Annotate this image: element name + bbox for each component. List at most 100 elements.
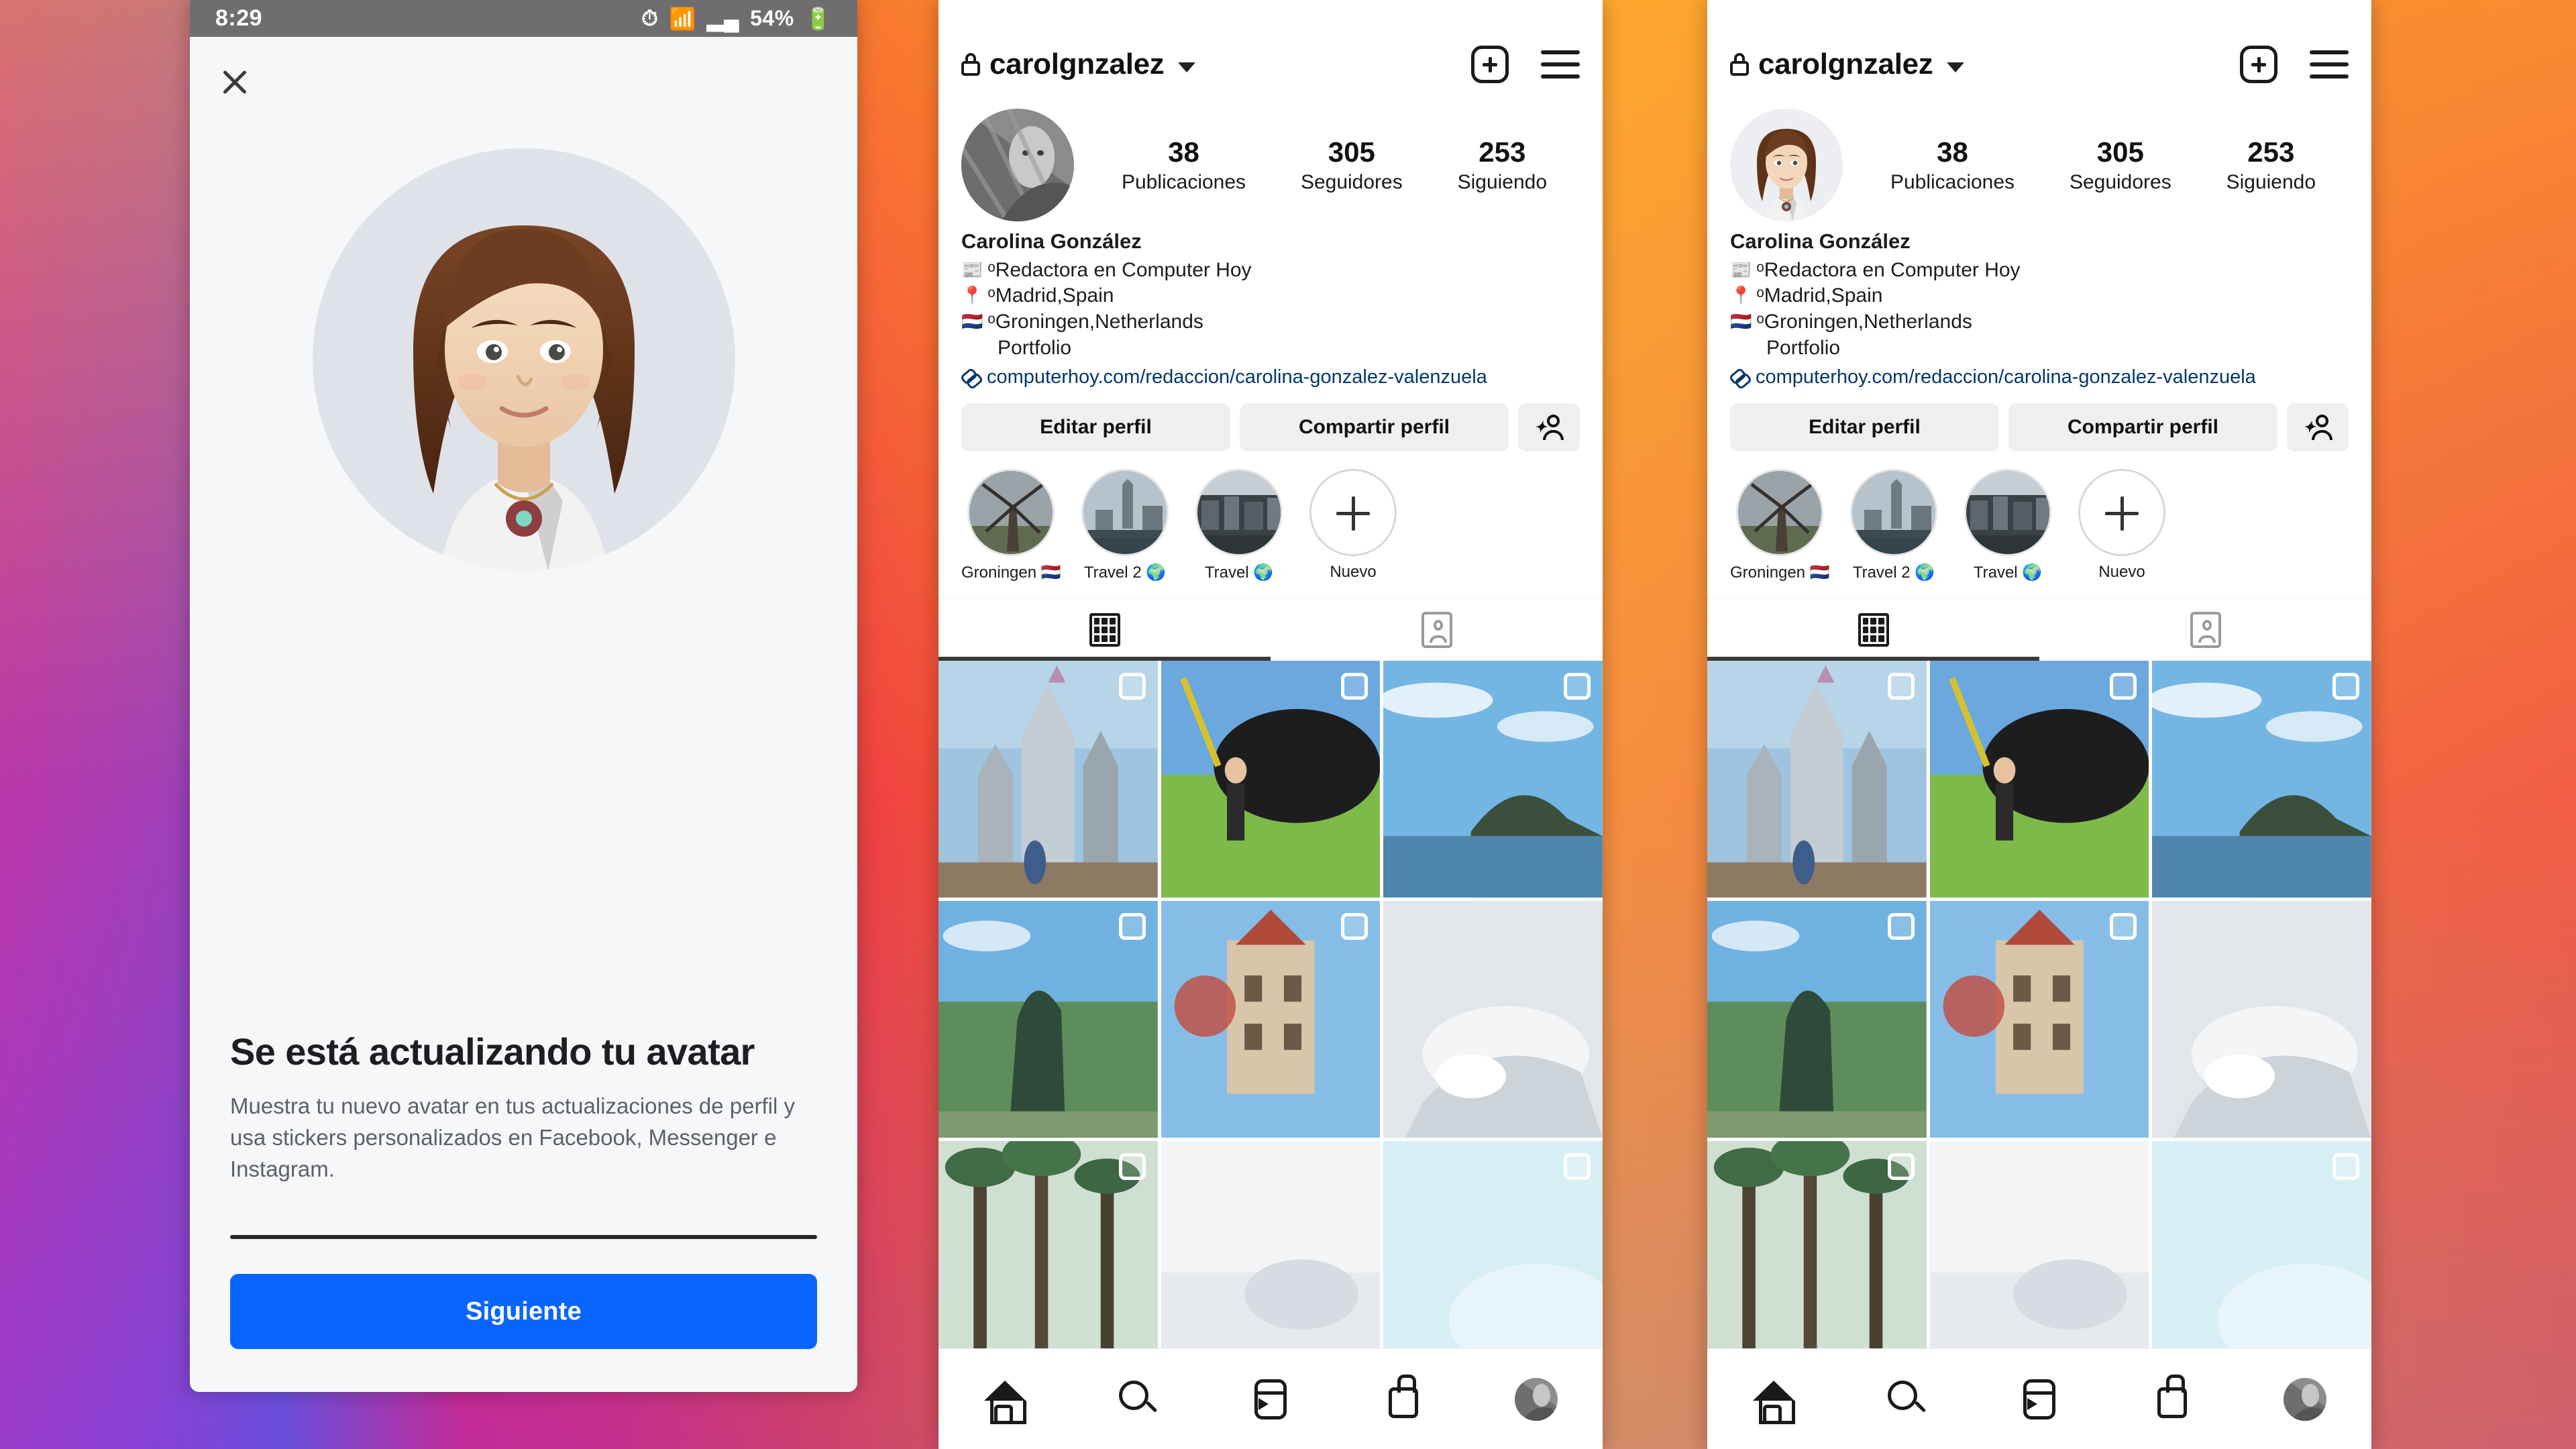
- lock-icon: [1730, 53, 1749, 76]
- grid-icon: [1089, 613, 1120, 647]
- post-cell[interactable]: [2152, 900, 2371, 1138]
- nav-search[interactable]: [1116, 1378, 1159, 1421]
- post-thumb-snow: [1161, 1140, 1381, 1378]
- post-cell[interactable]: [2152, 661, 2371, 898]
- story-highlights: Groningen 🇳🇱 Travel 2 🌍 Travel 🌍 Nuevo: [1707, 451, 2371, 582]
- shop-icon: [2157, 1374, 2187, 1418]
- profile-actions: Editar perfil Compartir perfil ✦: [938, 388, 1603, 452]
- profile-actions: Editar perfil Compartir perfil ✦: [1707, 388, 2371, 452]
- hamburger-menu-icon[interactable]: [1541, 50, 1580, 78]
- nav-home[interactable]: [1752, 1378, 1795, 1424]
- post-cell[interactable]: [1929, 1140, 2149, 1378]
- windmill-thumb: [1738, 471, 1821, 555]
- stat-following[interactable]: 253 Siguiendo: [2226, 136, 2316, 194]
- plus-square-icon[interactable]: [1471, 46, 1509, 83]
- post-cell[interactable]: [938, 661, 1158, 898]
- nav-shop[interactable]: [1382, 1374, 1425, 1421]
- posts-grid: [938, 661, 1603, 1378]
- highlight-label: Travel 2 🌍: [1852, 564, 1935, 582]
- carousel-icon: [1563, 673, 1591, 700]
- post-cell[interactable]: [1161, 661, 1381, 898]
- close-icon[interactable]: [215, 62, 254, 101]
- highlight-new[interactable]: Nuevo: [1303, 469, 1403, 582]
- username-dropdown[interactable]: carolgnzalez: [961, 48, 1195, 81]
- post-cell[interactable]: [1929, 900, 2149, 1138]
- pin-icon: 📍: [961, 285, 983, 306]
- add-person-icon: ✦: [1534, 415, 1564, 441]
- profile-stats: 38 Publicaciones 305 Seguidores 253 Sigu…: [1074, 136, 1580, 194]
- highlight-item[interactable]: Groningen 🇳🇱: [1730, 469, 1829, 582]
- tab-tagged[interactable]: [2039, 599, 2371, 661]
- edit-profile-button[interactable]: Editar perfil: [961, 403, 1230, 452]
- highlight-new[interactable]: Nuevo: [2072, 469, 2171, 582]
- highlight-label: Nuevo: [1330, 563, 1377, 582]
- post-cell[interactable]: [938, 1140, 1158, 1378]
- wifi-icon: 📶: [669, 6, 696, 31]
- bio-portfolio-text: Portfolio: [1766, 337, 1841, 360]
- post-cell[interactable]: [1383, 900, 1603, 1138]
- post-cell[interactable]: [1707, 1140, 1927, 1378]
- tab-grid[interactable]: [1707, 599, 2039, 661]
- share-profile-button[interactable]: Compartir perfil: [2008, 403, 2277, 452]
- highlight-label: Nuevo: [2098, 563, 2145, 582]
- highlight-item[interactable]: Travel 🌍: [1958, 469, 2057, 582]
- avatar[interactable]: [1730, 109, 1843, 221]
- share-profile-button[interactable]: Compartir perfil: [1240, 403, 1509, 452]
- phone-screen-profile-before: carolgnzalez 38 Publicaciones 305 Seguid…: [938, 0, 1603, 1449]
- post-cell[interactable]: [938, 900, 1158, 1138]
- username-dropdown[interactable]: carolgnzalez: [1730, 48, 1964, 81]
- plus-square-icon[interactable]: [2240, 46, 2277, 83]
- highlight-item[interactable]: Travel 🌍: [1189, 469, 1289, 582]
- tab-tagged[interactable]: [1271, 599, 1603, 661]
- post-cell[interactable]: [1383, 661, 1603, 898]
- highlight-item[interactable]: Travel 2 🌍: [1075, 469, 1175, 582]
- stat-followers[interactable]: 305 Seguidores: [2070, 136, 2171, 194]
- add-person-button[interactable]: ✦: [2287, 403, 2349, 452]
- bio-link[interactable]: computerhoy.com/redaccion/carolina-gonza…: [961, 366, 1580, 388]
- pin-icon: 📍: [1730, 285, 1752, 306]
- phone-screen-profile-after: carolgnzalez 38 Publicaciones 305 Seguid…: [1707, 0, 2371, 1449]
- bio-link-text: computerhoy.com/redaccion/carolina-gonza…: [987, 366, 1487, 388]
- highlight-label: Travel 2 🌍: [1083, 564, 1167, 582]
- stat-following[interactable]: 253 Siguiendo: [1458, 136, 1547, 194]
- highlight-thumb: [1850, 469, 1937, 557]
- city-tower-thumb: [1083, 471, 1167, 555]
- nav-profile[interactable]: [2284, 1377, 2326, 1421]
- stat-followers[interactable]: 305 Seguidores: [1301, 136, 1403, 194]
- tab-grid[interactable]: [938, 599, 1271, 661]
- edit-profile-button[interactable]: Editar perfil: [1730, 403, 1999, 452]
- stat-label: Siguiendo: [2226, 171, 2316, 194]
- next-button[interactable]: Siguiente: [230, 1274, 817, 1349]
- nav-home[interactable]: [983, 1378, 1026, 1424]
- avatar-large: [312, 148, 735, 571]
- avatar[interactable]: [961, 109, 1074, 221]
- nav-reels[interactable]: [2018, 1378, 2061, 1421]
- tagged-person-icon: [2190, 612, 2221, 649]
- post-cell[interactable]: [1383, 1140, 1603, 1378]
- post-cell[interactable]: [2152, 1140, 2371, 1378]
- windmill-thumb: [969, 471, 1053, 555]
- hamburger-menu-icon[interactable]: [2310, 50, 2349, 78]
- post-cell[interactable]: [1707, 661, 1927, 898]
- stat-posts[interactable]: 38 Publicaciones: [1122, 136, 1246, 194]
- carousel-icon: [1563, 1152, 1591, 1180]
- post-cell[interactable]: [1161, 1140, 1381, 1378]
- canal-thumb: [1197, 471, 1281, 555]
- profile-avatar-icon: [2284, 1377, 2326, 1421]
- nav-search[interactable]: [1885, 1378, 1928, 1421]
- highlight-item[interactable]: Groningen 🇳🇱: [961, 469, 1061, 582]
- post-cell[interactable]: [1707, 900, 1927, 1138]
- bio-link[interactable]: computerhoy.com/redaccion/carolina-gonza…: [1730, 366, 2349, 388]
- profile-username: carolgnzalez: [1758, 48, 1933, 80]
- add-person-button[interactable]: ✦: [1518, 403, 1580, 452]
- nav-profile[interactable]: [1515, 1377, 1558, 1421]
- link-icon: [961, 368, 980, 387]
- post-cell[interactable]: [1161, 900, 1381, 1138]
- post-cell[interactable]: [1929, 661, 2149, 898]
- highlight-item[interactable]: Travel 2 🌍: [1844, 469, 1943, 582]
- stat-posts[interactable]: 38 Publicaciones: [1890, 136, 2015, 194]
- avatar-photo: [961, 109, 1074, 221]
- nav-reels[interactable]: [1249, 1378, 1292, 1421]
- alarm-icon: ⏱: [641, 5, 659, 30]
- nav-shop[interactable]: [2151, 1374, 2194, 1421]
